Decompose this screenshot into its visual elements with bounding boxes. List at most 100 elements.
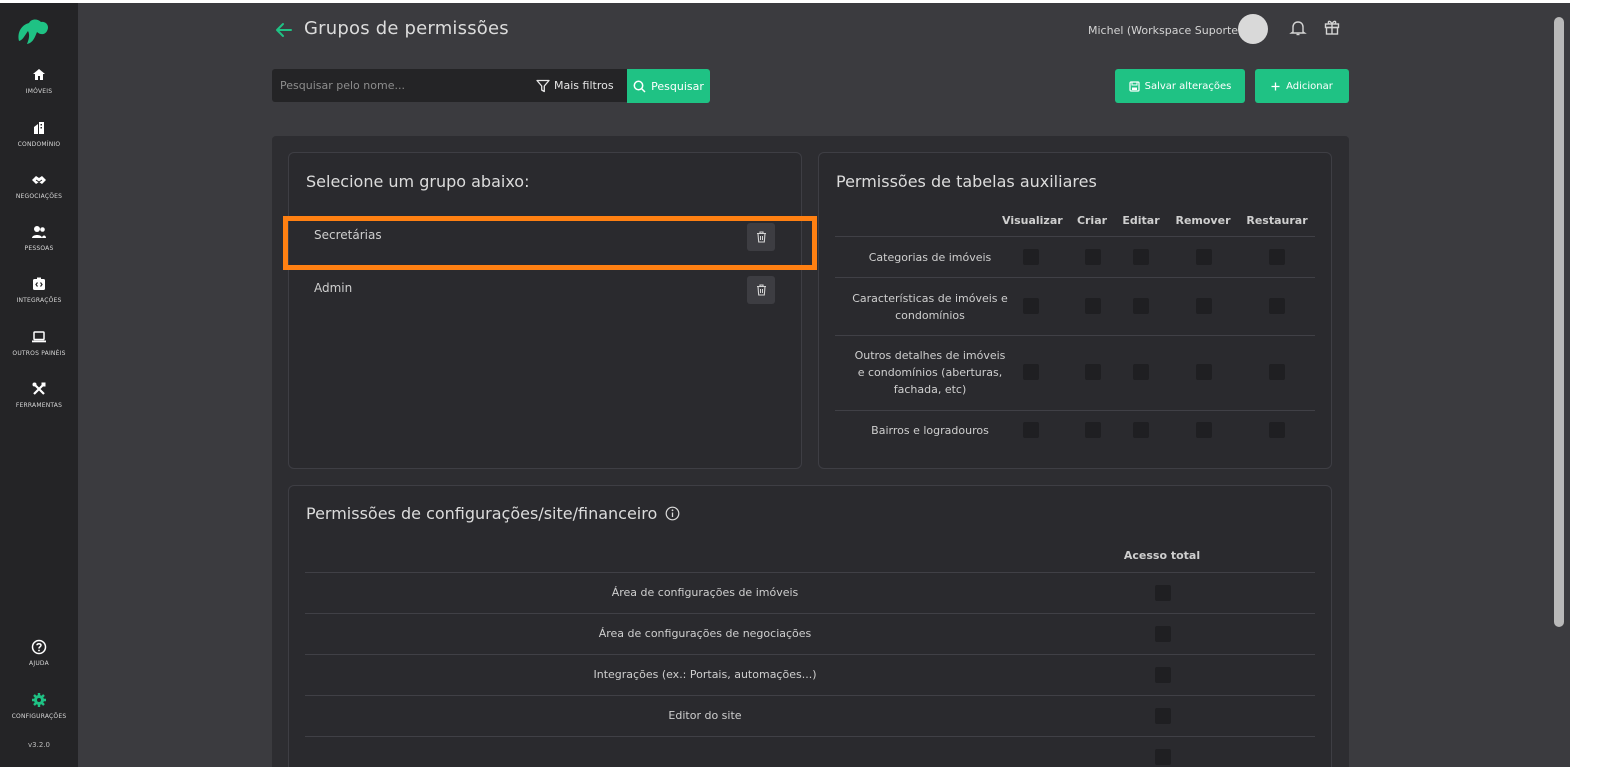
table-row: Integrações (ex.: Portais, automações...… [305,654,1315,695]
row-label: Editor do site [668,709,742,722]
plus-icon [1271,82,1280,90]
people-icon [32,226,46,238]
sidebar-item-negociacoes[interactable]: Negociações [0,172,78,200]
permission-checkbox[interactable] [1023,364,1039,380]
table-row: Características de imóveis e condomínios [835,277,1315,335]
search-input[interactable] [272,69,522,102]
permission-checkbox[interactable] [1133,422,1149,438]
permission-checkbox[interactable] [1196,422,1212,438]
permission-checkbox[interactable] [1269,364,1285,380]
full-access-checkbox[interactable] [1155,626,1171,642]
sidebar-item-integracoes[interactable]: Integrações [0,276,78,304]
integration-icon [33,277,45,290]
permission-checkbox[interactable] [1023,422,1039,438]
permission-checkbox[interactable] [1085,422,1101,438]
column-header: Visualizar [1002,214,1063,227]
app-window: Imóveis Condomínio Negociações Pessoas I… [0,3,1570,767]
table-row: Área de configurações de imóveis [305,572,1315,613]
version-label: v3.2.0 [28,741,50,749]
permission-checkbox[interactable] [1133,364,1149,380]
sidebar-item-label: Outros painéis [12,350,66,357]
delete-group-button[interactable] [747,276,775,304]
permission-checkbox[interactable] [1023,298,1039,314]
scrollbar[interactable] [1554,17,1564,627]
sidebar-item-imoveis[interactable]: Imóveis [0,67,78,95]
sidebar-item-label: Pessoas [24,245,54,252]
search-button[interactable]: Pesquisar [627,69,710,103]
sidebar-item-condominio[interactable]: Condomínio [0,120,78,148]
permission-checkbox[interactable] [1269,422,1285,438]
add-button-label: Adicionar [1286,80,1333,92]
main-panel: Selecione um grupo abaixo: Secretárias A… [272,136,1349,767]
sidebar-item-label: Ferramentas [15,402,63,409]
permission-checkbox[interactable] [1269,249,1285,265]
sidebar-item-ajuda[interactable]: Ajuda [0,639,78,667]
permission-checkbox[interactable] [1023,249,1039,265]
permission-checkbox[interactable] [1085,298,1101,314]
permission-checkbox[interactable] [1085,249,1101,265]
groups-title: Selecione um grupo abaixo: [306,172,530,191]
row-label: Área de configurações de negociações [598,627,812,640]
trash-icon [756,231,766,243]
bell-icon[interactable] [1289,19,1307,37]
full-access-checkbox[interactable] [1155,585,1171,601]
gift-icon[interactable] [1323,18,1341,36]
config-permissions-header: Permissões de configurações/site/finance… [306,504,680,523]
permission-checkbox[interactable] [1196,364,1212,380]
sidebar-item-outros-paineis[interactable]: Outros painéis [0,329,78,357]
table-row: Outros detalhes de imóveis e condomínios… [835,335,1315,410]
sidebar-item-pessoas[interactable]: Pessoas [0,224,78,252]
more-filters-label: Mais filtros [554,79,614,92]
row-label: Características de imóveis e condomínios [852,292,1008,322]
user-name[interactable]: Michel (Workspace Suporte) [1088,24,1242,37]
add-button[interactable]: Adicionar [1255,69,1349,103]
sidebar-item-label: Configurações [11,713,67,720]
aux-permissions-title: Permissões de tabelas auxiliares [836,172,1097,191]
back-arrow-icon[interactable] [274,20,294,40]
info-icon[interactable] [665,506,680,521]
column-header: Acesso total [1123,549,1201,562]
column-header: Editar [1122,214,1160,227]
permission-checkbox[interactable] [1196,249,1212,265]
table-row [305,736,1315,767]
laptop-icon [32,331,46,343]
permission-checkbox[interactable] [1085,364,1101,380]
row-label: Área de configurações de imóveis [611,586,799,599]
sidebar-item-label: Integrações [16,297,62,304]
sidebar-item-ferramentas[interactable]: Ferramentas [0,381,78,409]
gear-icon [32,693,46,707]
table-row: Editor do site [305,695,1315,736]
more-filters-button[interactable]: Mais filtros [536,69,614,102]
config-permissions-title: Permissões de configurações/site/finance… [306,504,658,523]
aux-permissions-card: Permissões de tabelas auxiliares Visuali… [818,152,1332,469]
page-title: Grupos de permissões [304,18,509,39]
column-header: Criar [1076,214,1108,227]
sidebar: Imóveis Condomínio Negociações Pessoas I… [0,3,78,767]
row-label: Bairros e logradouros [871,424,989,437]
group-item[interactable]: Admin [297,270,795,310]
full-access-checkbox[interactable] [1155,667,1171,683]
group-name: Secretárias [314,228,382,242]
trash-icon [756,284,766,296]
permission-checkbox[interactable] [1196,298,1212,314]
row-label: Categorias de imóveis [868,251,992,264]
save-button-label: Salvar alterações [1144,80,1232,92]
group-item[interactable]: Secretárias [297,217,795,257]
app-logo[interactable] [15,17,51,47]
sidebar-item-label: Ajuda [29,660,49,667]
search-button-label: Pesquisar [651,79,704,93]
full-access-checkbox[interactable] [1155,708,1171,724]
full-access-checkbox[interactable] [1155,749,1171,765]
sidebar-item-label: Negociações [15,193,63,200]
avatar[interactable] [1238,14,1268,44]
delete-group-button[interactable] [747,223,775,251]
column-header: Remover [1175,214,1231,227]
config-permissions-card: Permissões de configurações/site/finance… [288,485,1332,767]
row-label: Integrações (ex.: Portais, automações...… [593,668,817,681]
building-icon [34,122,44,134]
permission-checkbox[interactable] [1269,298,1285,314]
permission-checkbox[interactable] [1133,298,1149,314]
sidebar-item-configuracoes[interactable]: Configurações [0,692,78,720]
save-button[interactable]: Salvar alterações [1115,69,1245,103]
permission-checkbox[interactable] [1133,249,1149,265]
